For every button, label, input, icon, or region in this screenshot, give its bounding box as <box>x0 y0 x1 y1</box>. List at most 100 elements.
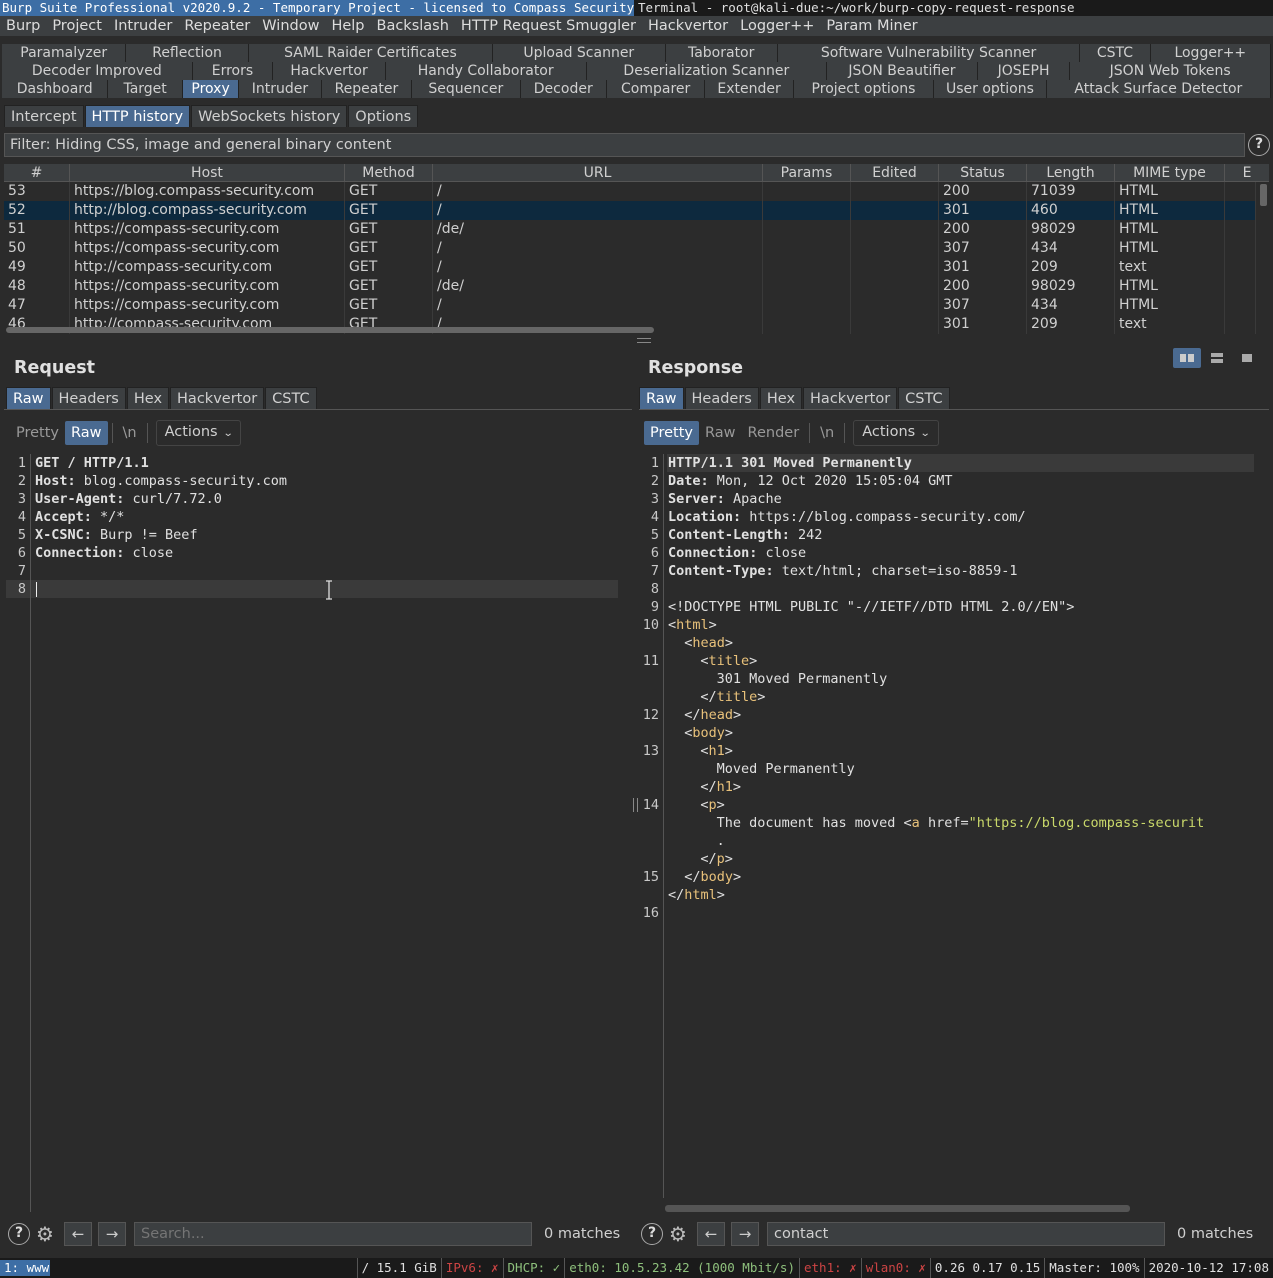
response-actions-dropdown[interactable]: Actions ⌄ <box>853 420 939 446</box>
tab-http-history[interactable]: HTTP history <box>84 105 191 127</box>
table-row[interactable]: 49 http://compass-security.com GET/ 301 209 t… <box>4 258 1256 277</box>
history-vertical-scrollbar[interactable] <box>1257 182 1269 322</box>
tab-decoder[interactable]: Decoder <box>520 80 607 98</box>
tab-json-web-tokens[interactable]: JSON Web Tokens <box>1070 62 1271 80</box>
tab-taborator[interactable]: Taborator <box>665 44 778 62</box>
request-tab-hackvertor[interactable]: Hackvertor <box>170 387 265 409</box>
tab-repeater[interactable]: Repeater <box>321 80 413 98</box>
request-actions-dropdown[interactable]: Actions ⌄ <box>155 420 241 446</box>
previous-match-button[interactable]: ← <box>64 1222 92 1246</box>
menu-project[interactable]: Project <box>46 16 108 36</box>
tab-proxy-options[interactable]: Options <box>348 105 419 127</box>
response-tab-cstc[interactable]: CSTC <box>898 387 950 409</box>
menu-backslash[interactable]: Backslash <box>371 16 455 36</box>
next-match-button[interactable]: → <box>98 1222 126 1246</box>
terminal-window-title[interactable]: Terminal - root@kali-due:~/work/burp-cop… <box>634 0 1075 16</box>
menu-http-request-smuggler[interactable]: HTTP Request Smuggler <box>455 16 642 36</box>
table-row[interactable]: 48 https://compass-security.com GET/de/200… <box>4 277 1256 296</box>
menu-intruder[interactable]: Intruder <box>108 16 178 36</box>
response-tab-hackvertor[interactable]: Hackvertor <box>803 387 898 409</box>
tab-software-vuln-scanner[interactable]: Software Vulnerability Scanner <box>777 44 1081 62</box>
tab-reflection[interactable]: Reflection <box>126 44 249 62</box>
help-icon[interactable]: ? <box>8 1223 30 1245</box>
menu-logger[interactable]: Logger++ <box>734 16 820 36</box>
single-pane-layout-icon[interactable] <box>1233 348 1261 368</box>
response-tab-headers[interactable]: Headers <box>684 387 759 409</box>
tab-upload-scanner[interactable]: Upload Scanner <box>493 44 666 62</box>
help-icon[interactable]: ? <box>1248 134 1270 156</box>
table-row[interactable]: 50 https://compass-security.com GET/ 307 434… <box>4 239 1256 258</box>
history-horizontal-scrollbar[interactable] <box>4 324 1256 336</box>
tab-paramalyzer[interactable]: Paramalyzer <box>2 44 127 62</box>
request-tab-headers[interactable]: Headers <box>51 387 126 409</box>
response-horizontal-scrollbar[interactable] <box>665 1202 1255 1214</box>
tab-saml-raider[interactable]: SAML Raider Certificates <box>248 44 494 62</box>
tab-intruder[interactable]: Intruder <box>239 80 322 98</box>
table-row[interactable]: 51 https://compass-security.com GET/de/200… <box>4 220 1256 239</box>
menu-hackvertor[interactable]: Hackvertor <box>642 16 734 36</box>
request-code[interactable]: GET / HTTP/1.1 Host: blog.compass-securit… <box>35 454 618 1212</box>
help-icon[interactable]: ? <box>641 1223 663 1245</box>
menu-help[interactable]: Help <box>325 16 370 36</box>
response-code[interactable]: HTTP/1.1 301 Moved Permanently Date: Mon,… <box>668 454 1254 1198</box>
col-params[interactable]: Params <box>763 164 851 182</box>
col-number[interactable]: # <box>4 164 70 182</box>
table-row[interactable]: 53 https://blog.compass-security.com GET/ 2… <box>4 182 1256 201</box>
tab-decoder-improved[interactable]: Decoder Improved <box>2 62 193 80</box>
tab-user-options[interactable]: User options <box>934 80 1047 98</box>
workspace-indicator[interactable]: 1: www <box>0 1260 50 1276</box>
response-view-pretty[interactable]: Pretty <box>644 421 700 445</box>
request-tab-cstc[interactable]: CSTC <box>265 387 317 409</box>
col-method[interactable]: Method <box>345 164 433 182</box>
col-host[interactable]: Host <box>70 164 345 182</box>
response-tab-hex[interactable]: Hex <box>759 387 803 409</box>
menu-repeater[interactable]: Repeater <box>178 16 256 36</box>
tab-websockets-history[interactable]: WebSockets history <box>191 105 348 127</box>
request-editor[interactable]: 12345678 GET / HTTP/1.1 Host: blog.compas… <box>6 454 618 1212</box>
response-tab-raw[interactable]: Raw <box>639 387 684 409</box>
next-match-button[interactable]: → <box>731 1222 759 1246</box>
tab-dashboard[interactable]: Dashboard <box>2 80 109 98</box>
table-row[interactable]: 52 http://blog.compass-security.com GET/ 30… <box>4 201 1256 220</box>
response-view-render[interactable]: Render <box>742 421 806 445</box>
col-edited[interactable]: Edited <box>851 164 939 182</box>
vertical-splitter[interactable] <box>632 344 639 1254</box>
tab-extender[interactable]: Extender <box>705 80 794 98</box>
col-extension[interactable]: E <box>1225 164 1269 182</box>
request-tab-raw[interactable]: Raw <box>6 387 51 409</box>
menu-burp[interactable]: Burp <box>0 16 46 36</box>
request-search-input[interactable] <box>134 1222 532 1246</box>
col-length[interactable]: Length <box>1027 164 1115 182</box>
tab-sequencer[interactable]: Sequencer <box>412 80 521 98</box>
request-view-raw[interactable]: Raw <box>65 421 108 445</box>
request-view-newline[interactable]: \n <box>117 421 143 445</box>
request-view-pretty[interactable]: Pretty <box>10 421 65 445</box>
side-by-side-layout-icon[interactable] <box>1173 348 1201 368</box>
active-window-title[interactable]: Burp Suite Professional v2020.9.2 - Temp… <box>0 0 634 16</box>
gear-icon[interactable]: ⚙ <box>34 1223 56 1245</box>
response-view-newline[interactable]: \n <box>814 421 840 445</box>
col-mime-type[interactable]: MIME type <box>1115 164 1225 182</box>
tab-handy-collaborator[interactable]: Handy Collaborator <box>385 62 587 80</box>
tab-attack-surface-detector[interactable]: Attack Surface Detector <box>1046 80 1272 98</box>
tab-hackvertor[interactable]: Hackvertor <box>273 62 386 80</box>
tab-proxy[interactable]: Proxy <box>182 80 240 98</box>
response-editor[interactable]: 1 2 3 4 5 6 7 8 9 10 11 12 13 14 15 16 HTTP/1.1 301 Mov… <box>639 454 1254 1198</box>
tab-cstc[interactable]: CSTC <box>1080 44 1151 62</box>
response-view-raw[interactable]: Raw <box>699 421 742 445</box>
col-status[interactable]: Status <box>939 164 1027 182</box>
gear-icon[interactable]: ⚙ <box>667 1223 689 1245</box>
tab-logger[interactable]: Logger++ <box>1150 44 1271 62</box>
tab-intercept[interactable]: Intercept <box>4 105 84 127</box>
tab-comparer[interactable]: Comparer <box>606 80 706 98</box>
tab-errors[interactable]: Errors <box>192 62 274 80</box>
tab-deserialization-scanner[interactable]: Deserialization Scanner <box>586 62 828 80</box>
previous-match-button[interactable]: ← <box>697 1222 725 1246</box>
tab-target[interactable]: Target <box>108 80 183 98</box>
history-filter-bar[interactable]: Filter: Hiding CSS, image and general bi… <box>4 133 1245 157</box>
response-search-input[interactable] <box>767 1222 1165 1246</box>
stacked-layout-icon[interactable] <box>1203 348 1231 368</box>
col-url[interactable]: URL <box>433 164 763 182</box>
menu-window[interactable]: Window <box>256 16 325 36</box>
tab-project-options[interactable]: Project options <box>793 80 935 98</box>
